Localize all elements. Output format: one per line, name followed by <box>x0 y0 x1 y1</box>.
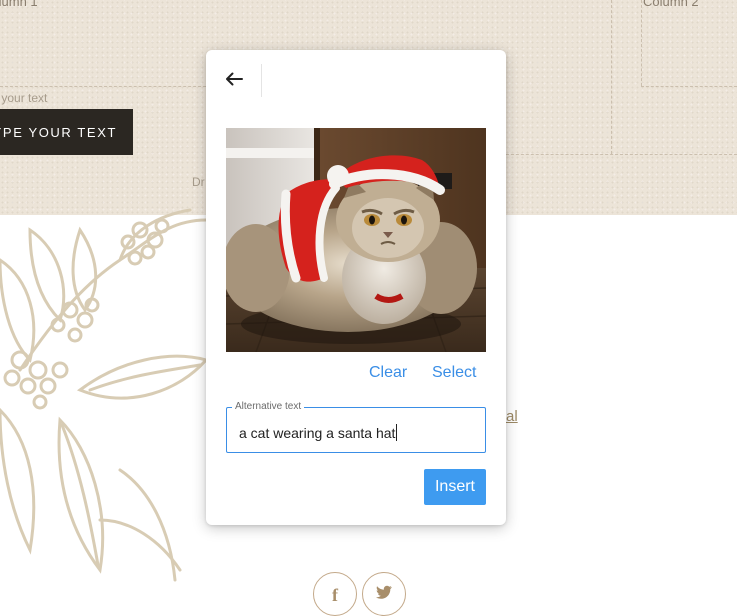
side-link[interactable]: al <box>506 408 518 425</box>
twitter-icon[interactable] <box>362 572 406 616</box>
column-2-label: Column 2 <box>643 0 699 9</box>
column-1-label: Column 1 <box>0 0 38 9</box>
type-your-text-label: TYPE YOUR TEXT <box>0 124 117 140</box>
text-caret <box>396 424 397 441</box>
image-preview <box>226 128 486 352</box>
facebook-icon[interactable]: f <box>313 572 357 616</box>
alt-text-input[interactable] <box>227 408 485 452</box>
column-divider <box>611 0 612 154</box>
type-your-text-button[interactable]: TYPE YOUR TEXT <box>0 109 133 155</box>
insert-button[interactable]: Insert <box>424 469 486 505</box>
image-insert-dialog: Clear Select Alternative text Insert <box>206 50 506 525</box>
arrow-left-icon <box>226 72 243 86</box>
clear-button[interactable]: Clear <box>369 364 407 382</box>
select-button[interactable]: Select <box>432 364 476 382</box>
column-divider <box>641 86 737 87</box>
column-divider <box>0 86 206 87</box>
floral-illustration <box>0 208 206 582</box>
text-placeholder[interactable]: Type your text <box>0 91 47 105</box>
column-divider <box>506 154 737 155</box>
header-divider <box>261 64 262 97</box>
alt-text-field[interactable]: Alternative text <box>226 400 486 453</box>
back-button[interactable] <box>220 65 248 93</box>
drag-hint-text: Dr <box>192 175 205 189</box>
column-divider <box>641 0 642 86</box>
